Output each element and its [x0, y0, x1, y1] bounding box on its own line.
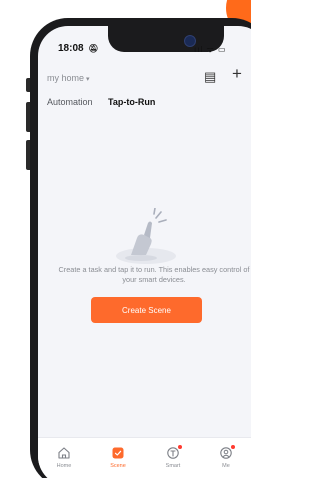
nav-me[interactable]: Me [206, 445, 246, 469]
status-icons: ııl ᯤ ▭ [194, 45, 227, 54]
me-notification-dot [231, 445, 235, 449]
nav-home-label: Home [56, 463, 72, 469]
smart-notification-dot [178, 445, 182, 449]
bottom-nav: Home Scene Smart Me [38, 437, 251, 478]
tab-tap-to-run[interactable]: Tap-to-Run [108, 97, 155, 107]
home-selector[interactable]: my home ▾ [47, 73, 90, 83]
nav-smart[interactable]: Smart [153, 445, 193, 469]
tap-to-run-illustration [116, 208, 176, 264]
status-time: 18:08 🔕︎ [58, 43, 99, 54]
scene-icon [112, 447, 124, 459]
nav-scene-label: Scene [110, 463, 126, 469]
tab-automation[interactable]: Automation [47, 97, 93, 107]
add-icon[interactable]: + [232, 65, 242, 82]
phone-screen: 18:08 🔕︎ ııl ᯤ ▭ my home ▾ ▤ + Automation… [38, 26, 251, 478]
create-scene-button[interactable]: Create Scene [91, 297, 202, 323]
silent-bell-icon: 🔕︎ [88, 44, 99, 53]
nav-home[interactable]: Home [44, 446, 84, 469]
status-time-text: 18:08 [58, 43, 84, 54]
home-name: my home [47, 73, 85, 83]
home-icon [58, 447, 70, 459]
nav-me-label: Me [222, 463, 230, 469]
log-icon[interactable]: ▤ [204, 70, 216, 84]
page: 18:08 🔕︎ ııl ᯤ ▭ my home ▾ ▤ + Automation… [0, 0, 251, 478]
chevron-down-icon: ▾ [86, 76, 90, 83]
nav-smart-label: Smart [165, 463, 181, 469]
empty-state-message: Create a task and tap it to run. This en… [58, 265, 250, 284]
nav-scene[interactable]: Scene [98, 446, 138, 469]
